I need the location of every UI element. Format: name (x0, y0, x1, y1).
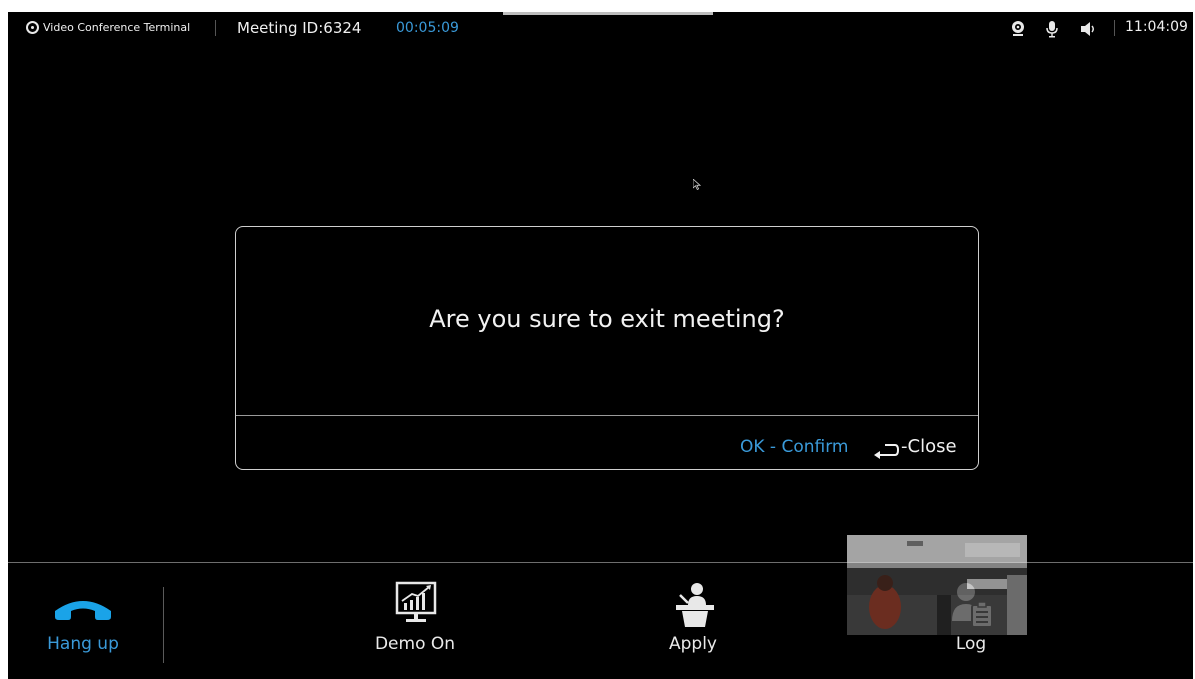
demo-on-label: Demo On (374, 634, 456, 654)
self-view-video-thumbnail (847, 535, 1027, 635)
demo-on-button[interactable]: Demo On (360, 563, 470, 679)
speaker-podium-icon (676, 583, 714, 627)
meeting-id: Meeting ID:6324 (237, 19, 362, 37)
apply-label: Apply (669, 634, 717, 654)
camera-icon (1012, 21, 1024, 36)
video-conference-screen: Video Conference Terminal Meeting ID:632… (8, 12, 1193, 679)
status-bar: Video Conference Terminal Meeting ID:632… (8, 12, 1193, 46)
speaker-icon (1081, 22, 1094, 36)
dialog-message: Are you sure to exit meeting? (429, 305, 785, 333)
mouse-cursor-icon (693, 179, 701, 190)
app-logo-icon (26, 21, 39, 34)
clock-divider (1114, 20, 1115, 36)
apply-button[interactable]: Apply (638, 563, 748, 679)
hang-up-label: Hang up (47, 634, 119, 654)
hang-up-button[interactable]: Hang up (28, 563, 138, 679)
exit-meeting-dialog: Are you sure to exit meeting? OK - Confi… (235, 226, 979, 470)
ok-confirm-button[interactable]: OK - Confirm (740, 437, 848, 457)
presentation-monitor-icon (395, 581, 437, 622)
meeting-timer: 00:05:09 (396, 20, 459, 36)
clock: 11:04:09 (1125, 19, 1188, 35)
microphone-icon (1046, 21, 1058, 38)
toolbar-divider (163, 587, 164, 663)
app-name: Video Conference Terminal (43, 21, 191, 34)
status-divider (215, 20, 216, 36)
dialog-divider (236, 415, 978, 416)
hang-up-phone-icon (55, 601, 111, 620)
return-arrow-icon (874, 444, 899, 459)
log-label: Log (955, 634, 987, 654)
close-button[interactable]: -Close (901, 436, 957, 457)
